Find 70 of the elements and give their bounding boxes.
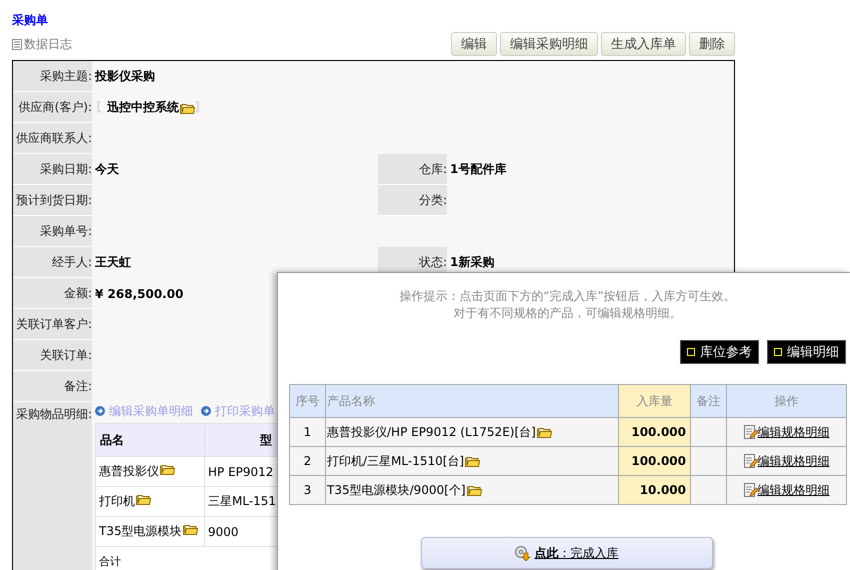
table-cell: 10.000 (618, 476, 690, 504)
field-label: 采购单号: (13, 216, 92, 247)
field-value: 王天虹 (95, 254, 131, 271)
table-cell: 1 (290, 418, 326, 446)
arrow-circle-icon (95, 406, 105, 416)
folder-icon[interactable] (160, 463, 175, 475)
column-header: 型 (204, 424, 277, 456)
column-header: 产品名称 (326, 384, 618, 418)
edit-icon (744, 454, 758, 468)
dialog-button[interactable]: 库位参考 (680, 340, 759, 364)
field-value: 1号配件库 (450, 161, 506, 178)
action-button[interactable]: 编辑采购明细 (500, 32, 598, 56)
field-label: 采购物品明细: (13, 402, 92, 570)
table-cell: 3 (290, 476, 326, 504)
field-value: 投影仪采购 (95, 68, 155, 85)
folder-icon[interactable] (180, 102, 195, 114)
tip-text: 操作提示：点击页面下方的“完成入库”按钮后，入库方可生效。 (398, 288, 737, 305)
action-button[interactable]: 删除 (689, 32, 735, 56)
column-header: 备注 (690, 384, 726, 418)
table-cell: 打印机/三星ML-1510[台] (327, 454, 464, 468)
table-cell: 100.000 (618, 418, 690, 446)
field-label: 仓库: (378, 154, 447, 185)
field-label: 供应商(客户): (13, 92, 92, 123)
field-label: 分类: (378, 185, 447, 216)
tip-text: 对于有不同规格的产品，可编辑规格明细。 (452, 305, 682, 322)
folder-icon[interactable] (466, 484, 482, 496)
table-cell: HP EP9012 (204, 456, 277, 486)
table-cell: 惠普投影仪/HP EP9012 (L1752E)[台] (327, 424, 536, 438)
action-button[interactable]: 生成入库单 (601, 32, 686, 56)
field-value: ¥ 268,500.00 (95, 286, 184, 300)
field-label: 经手人: (13, 247, 92, 278)
table-cell: T35型电源模块/9000[个] (327, 482, 466, 496)
folder-icon[interactable] (536, 426, 552, 438)
field-value: 1新采购 (450, 254, 494, 271)
folder-icon[interactable] (182, 523, 198, 535)
table-cell: 2 (290, 446, 326, 476)
table-cell: T35型电源模块 (99, 524, 182, 538)
field-label: 采购日期: (13, 154, 92, 185)
disc-arrow-icon (514, 546, 530, 560)
edit-icon (744, 482, 758, 498)
folder-icon[interactable] (465, 455, 480, 467)
column-header: 操作 (726, 384, 846, 418)
field-label: 采购主题: (13, 61, 92, 92)
field-label: 备注: (13, 371, 92, 402)
field-label: 关联订单客户: (13, 309, 92, 340)
field-value: 今天 (95, 161, 119, 178)
edit-icon (744, 424, 758, 440)
action-button[interactable]: 编辑 (451, 32, 497, 56)
data-log-link[interactable]: 数据日志 (24, 36, 72, 52)
field-label: 金额: (13, 278, 92, 309)
page-title: 采购单 (12, 12, 48, 28)
total-label: 合计 (99, 555, 121, 568)
table-cell: 三星ML-151 (204, 486, 277, 516)
table-cell: 惠普投影仪 (99, 464, 159, 478)
field-label: 预计到货日期: (13, 185, 92, 216)
supplier-link[interactable]: 迅控中控系统 (107, 99, 179, 116)
dialog-button[interactable]: 编辑明细 (767, 340, 846, 364)
column-header: 入库量 (618, 384, 690, 418)
bracket: 〖 (95, 99, 107, 116)
table-cell: 100.000 (618, 446, 690, 476)
folder-icon[interactable] (136, 493, 151, 505)
table-cell: 9000 (204, 516, 277, 546)
column-header: 序号 (290, 384, 326, 418)
column-header: 品名 (96, 424, 204, 456)
field-label: 供应商联系人: (13, 123, 92, 154)
arrow-circle-icon (201, 406, 211, 416)
field-label: 关联订单: (13, 340, 92, 371)
table-cell: 打印机 (99, 494, 135, 508)
bracket: 〗 (195, 99, 207, 116)
list-icon (12, 38, 22, 50)
